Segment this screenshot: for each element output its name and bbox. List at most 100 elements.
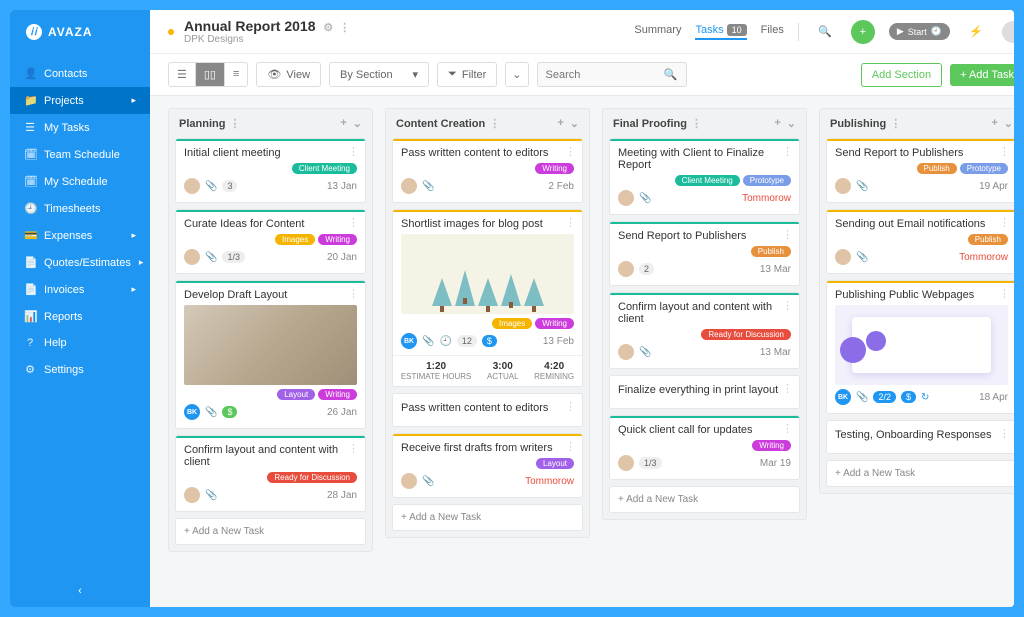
add-task-inline[interactable]: + Add a New Task (392, 504, 583, 531)
task-card[interactable]: ⋮Pass written content to editors (392, 393, 583, 427)
card-more-icon[interactable]: ⋮ (782, 382, 793, 395)
sidebar-item-quotes-estimates[interactable]: 📄Quotes/Estimates▸ (10, 249, 150, 276)
card-image (184, 305, 357, 385)
card-more-icon[interactable]: ⋮ (348, 287, 359, 300)
dollar-chip: $ (222, 406, 237, 418)
compact-view-button[interactable]: ≡ (224, 63, 247, 86)
search-icon[interactable]: 🔍 (813, 20, 837, 44)
task-card[interactable]: ⋮Sending out Email notificationsPublish📎… (826, 209, 1014, 274)
tab-files[interactable]: Files (761, 24, 784, 40)
column-add-icon[interactable]: + (557, 117, 563, 130)
task-card[interactable]: ⋮Pass written content to editorsWriting📎… (392, 138, 583, 203)
card-tags: LayoutWriting (184, 389, 357, 400)
card-more-icon[interactable]: ⋮ (348, 216, 359, 229)
card-more-icon[interactable]: ⋮ (999, 427, 1010, 440)
task-card[interactable]: ⋮Confirm layout and content with clientR… (609, 292, 800, 369)
task-card[interactable]: ⋮Publishing Public WebpagesBK📎2/2$↻18 Ap… (826, 280, 1014, 414)
sidebar-item-team-schedule[interactable]: 🗓Team Schedule (10, 141, 150, 168)
task-card[interactable]: ⋮Curate Ideas for ContentImagesWriting📎1… (175, 209, 366, 274)
task-card[interactable]: ⋮Confirm layout and content with clientR… (175, 435, 366, 512)
filter-button[interactable]: ⏷ Filter (437, 62, 497, 87)
sidebar-collapse[interactable]: ‹ (10, 575, 150, 607)
task-card[interactable]: ⋮Meeting with Client to Finalize ReportC… (609, 138, 800, 215)
column-collapse-icon[interactable]: ⌄ (1004, 117, 1013, 130)
search-field[interactable] (546, 69, 664, 81)
card-more-icon[interactable]: ⋮ (565, 145, 576, 158)
task-card[interactable]: ⋮Quick client call for updatesWriting1/3… (609, 415, 800, 480)
board-view-button[interactable]: ▯▯ (195, 63, 224, 86)
assignee-avatar (835, 249, 851, 265)
card-more-icon[interactable]: ⋮ (348, 442, 359, 455)
nav-icon: 📁 (24, 94, 36, 107)
add-section-button[interactable]: Add Section (861, 63, 942, 87)
task-card[interactable]: ⋮Finalize everything in print layout (609, 375, 800, 409)
card-more-icon[interactable]: ⋮ (999, 287, 1010, 300)
sidebar-item-help[interactable]: ?Help (10, 330, 150, 356)
add-task-inline[interactable]: + Add a New Task (826, 460, 1014, 487)
column-menu-icon[interactable]: ⋮ (229, 117, 240, 130)
list-view-button[interactable]: ☰ (169, 63, 195, 86)
task-card[interactable]: ⋮Develop Draft LayoutLayoutWritingBK📎$26… (175, 280, 366, 429)
column-menu-icon[interactable]: ⋮ (890, 117, 901, 130)
sidebar-item-my-schedule[interactable]: 🗓My Schedule (10, 168, 150, 195)
column-add-icon[interactable]: + (340, 117, 346, 130)
user-avatar[interactable] (1002, 21, 1014, 43)
add-icon[interactable]: + (851, 20, 875, 44)
task-card[interactable]: ⋮Initial client meetingClient Meeting📎31… (175, 138, 366, 203)
sidebar-item-reports[interactable]: 📊Reports (10, 303, 150, 330)
card-footer: 📎28 Jan (184, 487, 357, 503)
card-more-icon[interactable]: ⋮ (782, 299, 793, 312)
tab-tasks[interactable]: Tasks10 (695, 24, 746, 40)
sidebar-item-invoices[interactable]: 📄Invoices▸ (10, 276, 150, 303)
nav-icon: 📄 (24, 283, 36, 296)
column-title: Publishing (830, 118, 886, 130)
column-menu-icon[interactable]: ⋮ (489, 117, 500, 130)
more-icon[interactable]: ⋮ (339, 22, 350, 34)
collapse-all-button[interactable]: ⌄ (505, 62, 528, 87)
card-more-icon[interactable]: ⋮ (348, 145, 359, 158)
task-card[interactable]: ⋮Receive first drafts from writersLayout… (392, 433, 583, 498)
attachment-icon: 📎 (205, 252, 217, 263)
add-task-inline[interactable]: + Add a New Task (609, 486, 800, 513)
add-task-inline[interactable]: + Add a New Task (175, 518, 366, 545)
card-more-icon[interactable]: ⋮ (999, 145, 1010, 158)
task-card[interactable]: ⋮Send Report to PublishersPublish213 Mar (609, 221, 800, 286)
card-more-icon[interactable]: ⋮ (565, 440, 576, 453)
card-more-icon[interactable]: ⋮ (999, 216, 1010, 229)
column-add-icon[interactable]: + (991, 117, 997, 130)
gear-icon[interactable]: ⚙ (323, 22, 333, 34)
sidebar-item-settings[interactable]: ⚙Settings (10, 356, 150, 383)
start-timer-button[interactable]: ▶ Start 🕘 (889, 23, 950, 40)
nav-icon: 📊 (24, 310, 36, 323)
task-card[interactable]: ⋮Send Report to PublishersPublishPrototy… (826, 138, 1014, 203)
column-menu-icon[interactable]: ⋮ (691, 117, 702, 130)
card-more-icon[interactable]: ⋮ (565, 216, 576, 229)
sidebar-item-contacts[interactable]: 👤Contacts (10, 60, 150, 87)
sidebar-item-my-tasks[interactable]: ☰My Tasks (10, 114, 150, 141)
column-add-icon[interactable]: + (774, 117, 780, 130)
project-color-dot (168, 29, 174, 35)
sidebar-item-projects[interactable]: 📁Projects▸ (10, 87, 150, 114)
card-more-icon[interactable]: ⋮ (782, 228, 793, 241)
column-title: Final Proofing (613, 118, 687, 130)
search-input[interactable]: 🔍 (537, 62, 687, 87)
card-more-icon[interactable]: ⋮ (782, 422, 793, 435)
add-task-button[interactable]: + Add Task (950, 64, 1014, 86)
tag-pill: Writing (318, 389, 357, 400)
card-tags: Publish (618, 246, 791, 257)
card-more-icon[interactable]: ⋮ (782, 145, 793, 158)
column-collapse-icon[interactable]: ⌄ (353, 117, 362, 130)
tab-summary[interactable]: Summary (634, 24, 681, 40)
sidebar-item-expenses[interactable]: 💳Expenses▸ (10, 222, 150, 249)
column-collapse-icon[interactable]: ⌄ (570, 117, 579, 130)
view-button[interactable]: 👁 View (256, 62, 321, 87)
sidebar-item-timesheets[interactable]: 🕘Timesheets (10, 195, 150, 222)
task-card[interactable]: ⋮Testing, Onboarding Responses (826, 420, 1014, 454)
card-more-icon[interactable]: ⋮ (565, 400, 576, 413)
group-by-select[interactable]: By Section ▾ (329, 62, 429, 87)
bolt-icon[interactable]: ⚡ (964, 20, 988, 44)
assignee-avatar (618, 190, 634, 206)
brand-logo[interactable]: ⅰⅰ AVAZA (10, 10, 150, 54)
task-card[interactable]: ⋮Shortlist images for blog postImagesWri… (392, 209, 583, 387)
column-collapse-icon[interactable]: ⌄ (787, 117, 796, 130)
